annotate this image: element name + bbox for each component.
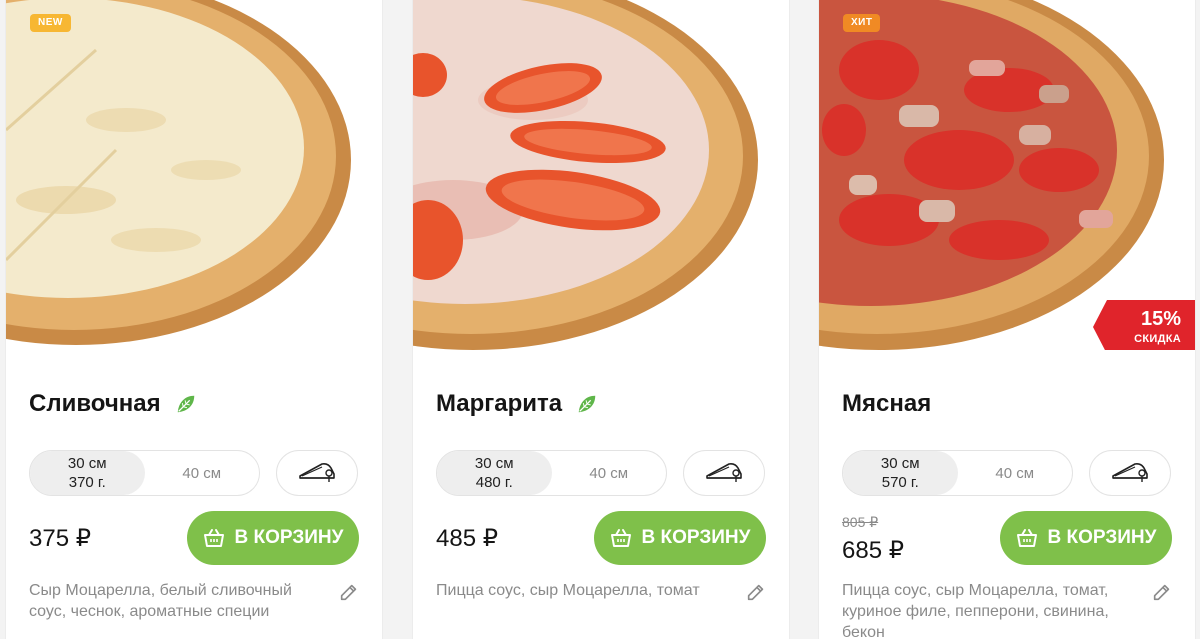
size-option-30[interactable]: 30 см 570 г. [843,451,958,495]
pencil-icon[interactable] [338,581,360,603]
crust-icon [1112,463,1148,482]
crust-icon [299,463,335,482]
discount-badge: 15% СКИДКА [1093,300,1195,350]
add-to-cart-button[interactable]: В КОРЗИНУ [1000,511,1172,565]
product-description: Сыр Моцарелла, белый сливочный соус, чес… [29,582,292,620]
size-selector: 30 см 570 г. 40 см [842,450,1073,496]
basket-icon [203,529,224,547]
pizza-image[interactable] [413,0,789,350]
size-label: 30 см [67,455,107,472]
price: 375 ₽ [29,525,91,552]
product-title: Мясная [842,390,932,417]
product-description: Пицца соус, сыр Моцарелла, томат [436,582,700,599]
product-title: Маргарита [436,390,563,417]
crust-icon [706,463,742,482]
weight-label: 480 г. [475,474,513,491]
price: 485 ₽ [436,525,498,552]
crust-button[interactable] [1089,450,1171,496]
price: 685 ₽ [842,537,904,564]
add-to-cart-label: В КОРЗИНУ [1047,527,1157,548]
size-option-40[interactable]: 40 см [145,451,260,495]
product-card: NEW Сливочная 30 см 370 г. 40 см 375 ₽ В… [5,0,383,639]
basket-icon [1016,529,1037,547]
product-description: Пицца соус, сыр Моцарелла, томат, курино… [842,582,1109,639]
discount-label: СКИДКА [1134,333,1181,345]
product-title-row: Маргарита [436,390,598,418]
leaf-icon [578,395,596,413]
crust-button[interactable] [276,450,358,496]
product-card: ХИТ 15% СКИДКА Мясная 30 см 570 г. 40 см [818,0,1196,639]
product-card: Маргарита 30 см 480 г. 40 см 485 ₽ В КОР… [412,0,790,639]
pizza-image[interactable]: ХИТ 15% СКИДКА [819,0,1195,350]
size-selector: 30 см 370 г. 40 см [29,450,260,496]
add-to-cart-button[interactable]: В КОРЗИНУ [594,511,766,565]
add-to-cart-label: В КОРЗИНУ [234,527,344,548]
weight-label: 570 г. [881,474,919,491]
product-title-row: Мясная [842,390,931,418]
size-label: 30 см [474,455,514,472]
pencil-icon[interactable] [745,581,767,603]
new-badge: NEW [30,14,71,32]
product-title: Сливочная [29,390,161,417]
add-to-cart-button[interactable]: В КОРЗИНУ [187,511,359,565]
size-label: 30 см [880,455,920,472]
product-grid: NEW Сливочная 30 см 370 г. 40 см 375 ₽ В… [0,0,1200,639]
product-title-row: Сливочная [29,390,197,418]
size-option-40[interactable]: 40 см [958,451,1073,495]
hit-badge: ХИТ [843,14,881,32]
basket-icon [610,529,631,547]
old-price: 805 ₽ [842,514,879,530]
leaf-icon [177,395,194,413]
size-option-30[interactable]: 30 см 370 г. [30,451,145,495]
size-selector: 30 см 480 г. 40 см [436,450,667,496]
size-label: 40 см [995,464,1035,482]
size-option-30[interactable]: 30 см 480 г. [437,451,552,495]
crust-button[interactable] [683,450,765,496]
size-label: 40 см [182,464,222,482]
weight-label: 370 г. [68,474,106,491]
discount-percent: 15% [1140,308,1181,330]
size-label: 40 см [589,464,629,482]
pizza-image[interactable]: NEW [6,0,382,350]
add-to-cart-label: В КОРЗИНУ [641,527,751,548]
pencil-icon[interactable] [1151,581,1173,603]
size-option-40[interactable]: 40 см [552,451,667,495]
